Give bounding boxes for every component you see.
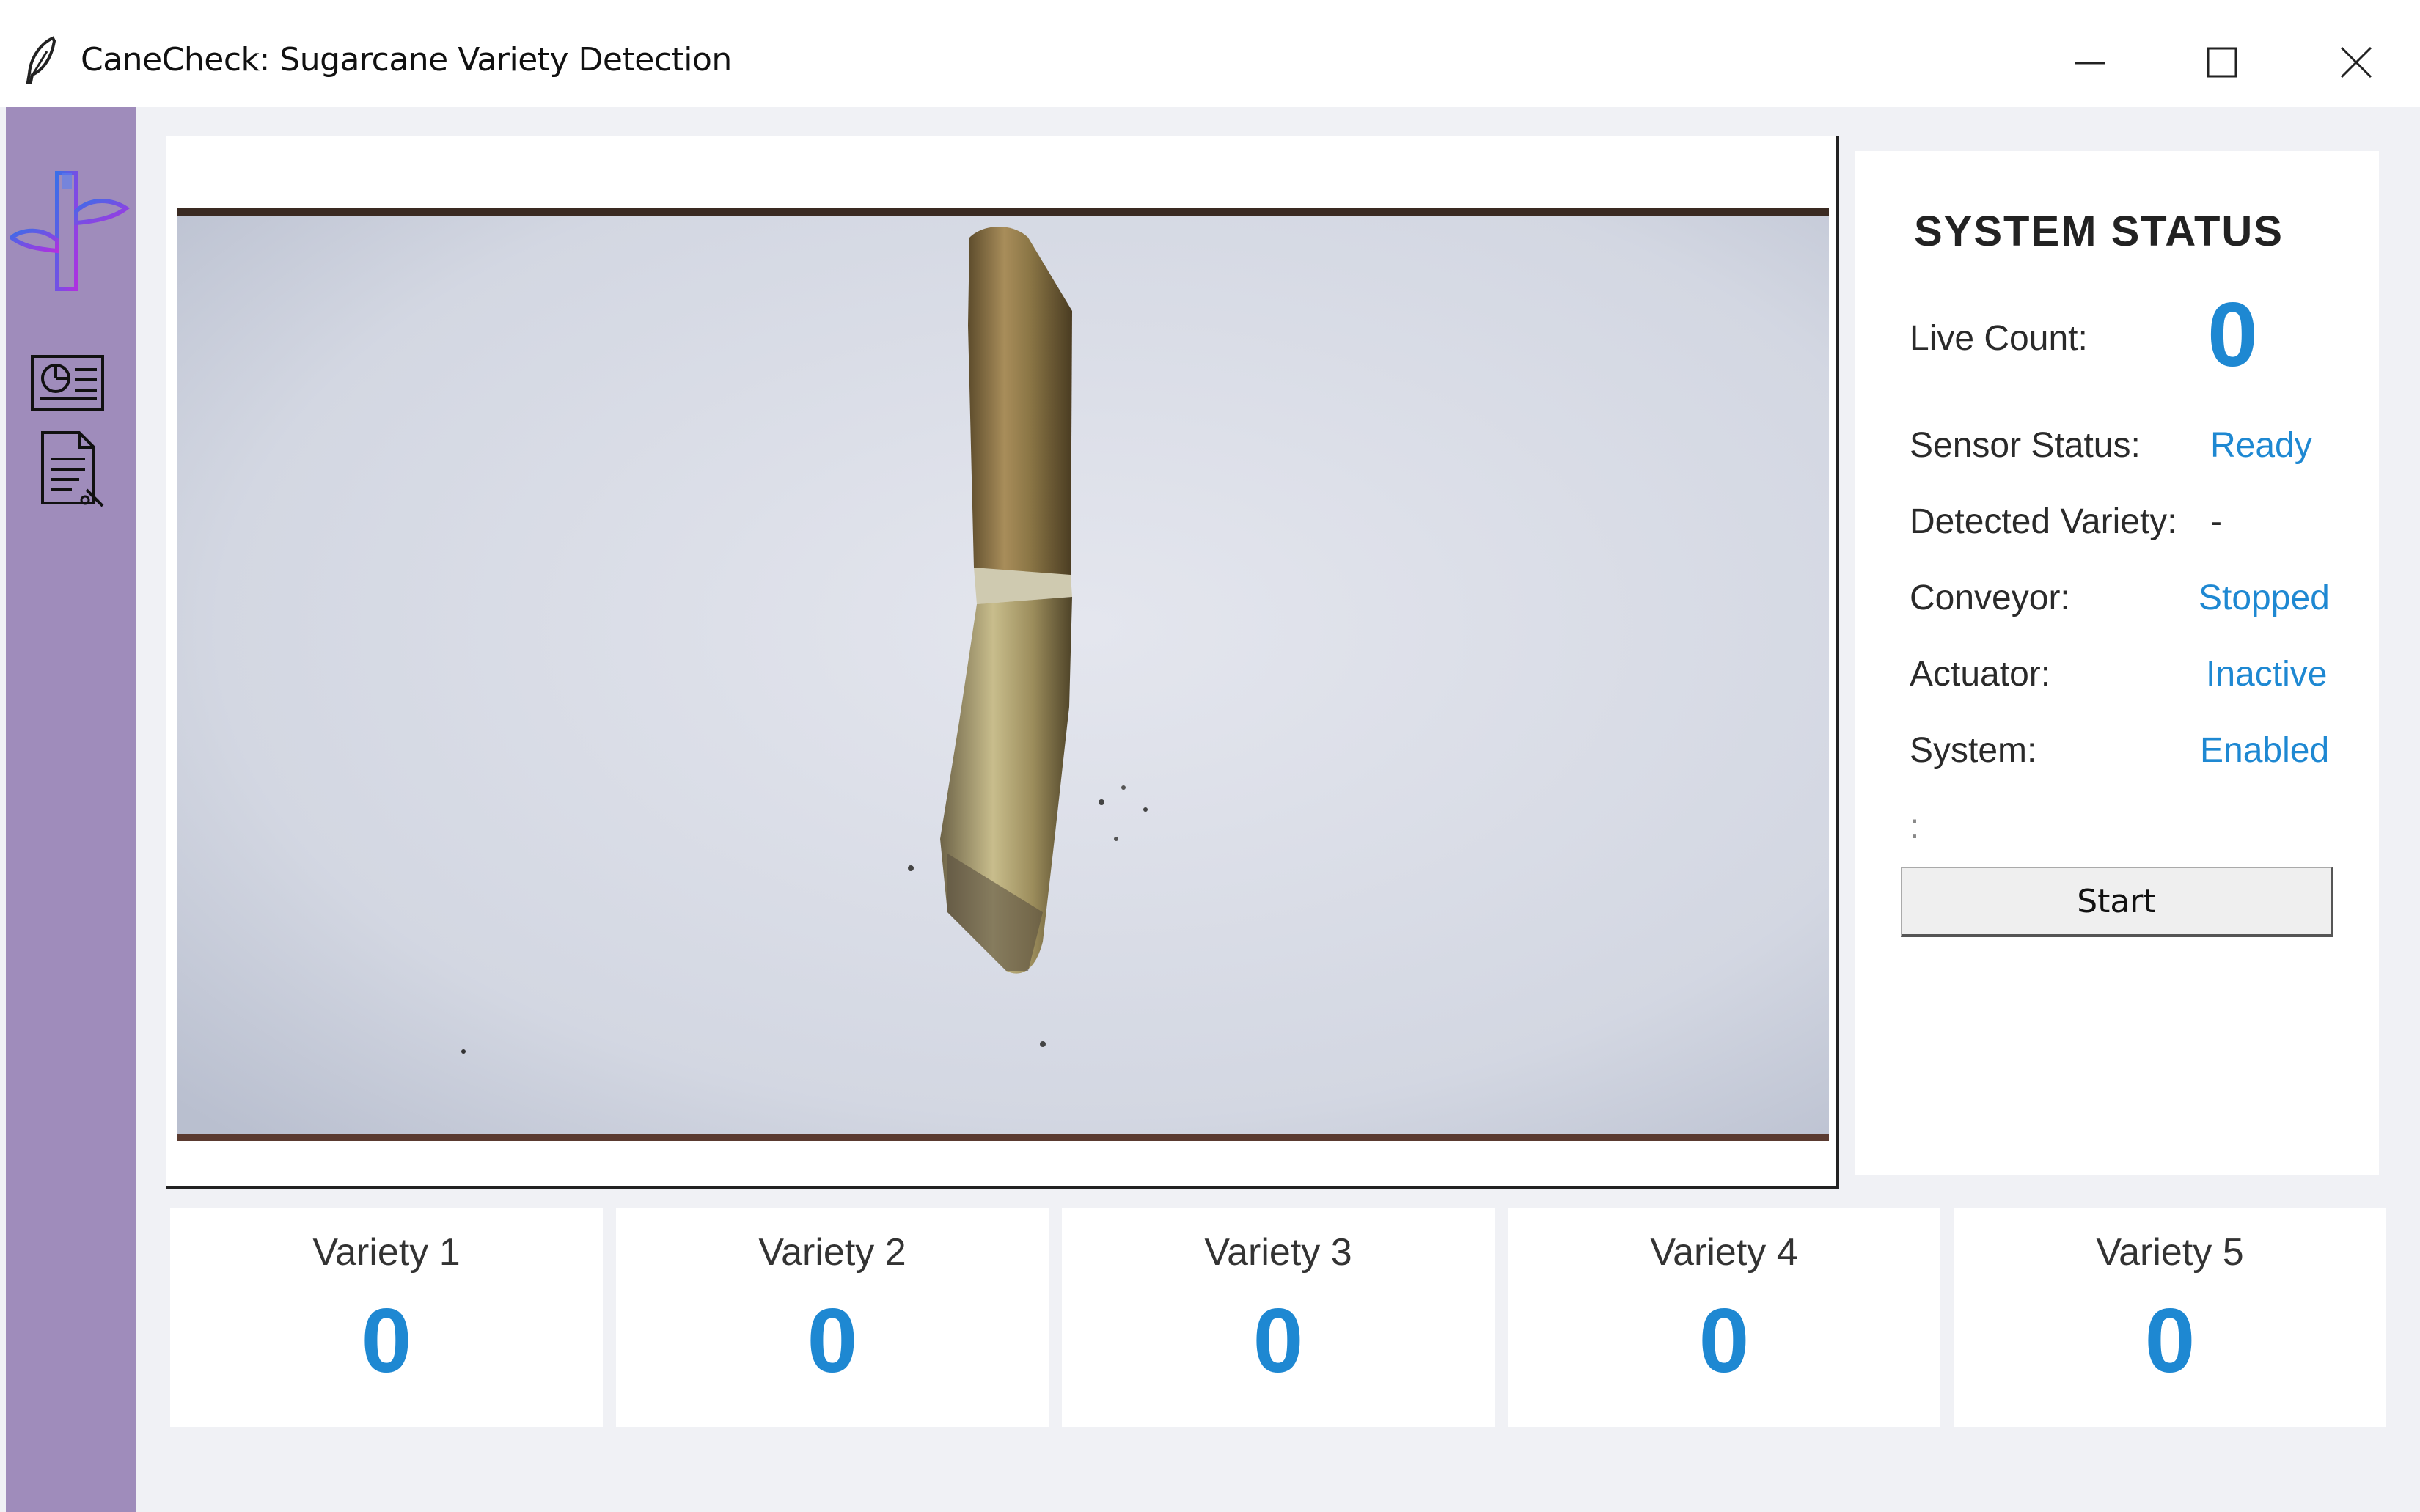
detected-variety-value: -	[2210, 502, 2222, 541]
feather-icon	[26, 36, 56, 84]
camera-panel	[166, 136, 1839, 1189]
sensor-status-value: Ready	[2210, 426, 2312, 465]
variety-count: 0	[2144, 1291, 2196, 1392]
extra-label: :	[1910, 807, 1920, 846]
maximize-icon[interactable]	[2189, 29, 2255, 95]
start-button[interactable]: Start	[1901, 867, 2333, 937]
report-icon[interactable]	[35, 430, 109, 510]
dashboard-icon[interactable]	[28, 351, 109, 416]
sidebar	[6, 107, 136, 1512]
variety-card-3: Variety 3 0	[1062, 1208, 1495, 1427]
close-icon[interactable]	[2323, 29, 2389, 95]
minimize-icon[interactable]	[2057, 29, 2123, 95]
status-title: SYSTEM STATUS	[1914, 208, 2284, 255]
sugarcane-logo-icon	[10, 171, 131, 291]
system-status-panel: SYSTEM STATUS Live Count: 0 Sensor Statu…	[1855, 151, 2379, 1175]
sensor-status-label: Sensor Status:	[1910, 426, 2141, 465]
variety-card-2: Variety 2 0	[616, 1208, 1049, 1427]
variety-count: 0	[361, 1291, 412, 1392]
system-label: System:	[1910, 731, 2037, 770]
live-count-value: 0	[2207, 285, 2258, 386]
variety-count: 0	[1253, 1291, 1304, 1392]
variety-name: Variety 2	[758, 1231, 906, 1274]
detected-variety-label: Detected Variety:	[1910, 502, 2177, 541]
conveyor-value: Stopped	[2199, 579, 2330, 617]
variety-card-1: Variety 1 0	[170, 1208, 603, 1427]
title-bar: CaneCheck: Sugarcane Variety Detection	[0, 0, 2420, 107]
conveyor-label: Conveyor:	[1910, 579, 2070, 617]
camera-feed	[177, 208, 1829, 1141]
actuator-label: Actuator:	[1910, 655, 2051, 694]
actuator-value: Inactive	[2206, 655, 2328, 694]
sugarcane-stalk-image	[177, 208, 1829, 1141]
variety-name: Variety 1	[312, 1231, 461, 1274]
app-window: CaneCheck: Sugarcane Variety Detection S…	[0, 0, 2420, 1512]
window-title: CaneCheck: Sugarcane Variety Detection	[81, 41, 732, 78]
variety-count: 0	[807, 1291, 858, 1392]
variety-name: Variety 4	[1650, 1231, 1798, 1274]
variety-name: Variety 3	[1204, 1231, 1352, 1274]
variety-card-5: Variety 5 0	[1954, 1208, 2386, 1427]
system-value: Enabled	[2200, 731, 2330, 770]
live-count-label: Live Count:	[1910, 319, 2088, 358]
variety-card-4: Variety 4 0	[1508, 1208, 1940, 1427]
variety-count: 0	[1698, 1291, 1750, 1392]
variety-name: Variety 5	[2096, 1231, 2244, 1274]
